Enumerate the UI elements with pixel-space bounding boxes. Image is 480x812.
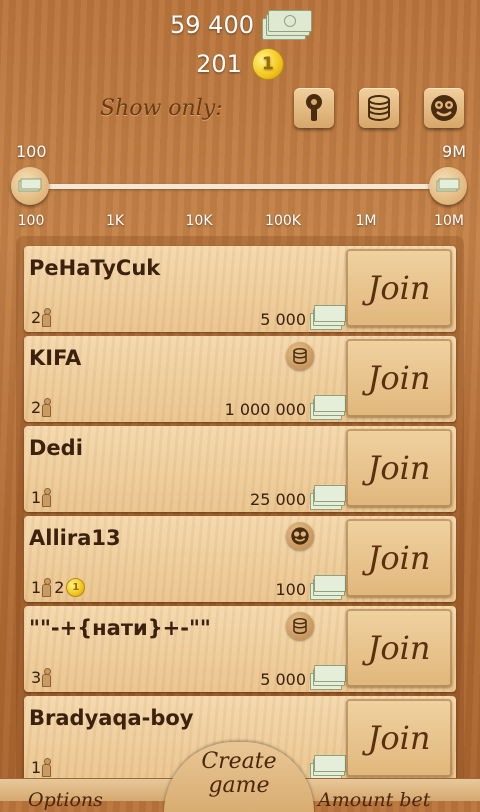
join-button[interactable]: Join [346,609,452,687]
banknotes-icon [436,178,460,192]
room-name: Dedi [29,436,83,460]
join-button[interactable]: Join [346,339,452,417]
slider-max-handle[interactable] [429,167,467,205]
filter-coins-button[interactable] [359,88,399,128]
pawn-icon [42,488,52,507]
create-game-label: game [208,773,270,798]
slider-tick: 1K [105,213,125,229]
coin-stack-icon [286,612,314,640]
player-count: 1 2 1 [31,578,86,597]
slider-tick: 10K [185,213,213,229]
slider-tick: 1M [355,213,377,229]
player-count: 1 [31,758,54,777]
money-balance: 59 400 [170,11,254,39]
bet-range-track[interactable] [30,184,450,189]
pawn-icon [42,398,52,417]
pawn-icon [42,578,52,597]
banknotes-icon [310,304,346,330]
room-name: ""-+{нати}+-"" [29,616,211,640]
money-balance-row: 59 400 [0,10,480,40]
keyhole-icon [306,94,322,121]
banknotes-icon [18,178,42,192]
filter-private-button[interactable] [294,88,334,128]
player-count: 3 [31,668,54,687]
show-only-label: Show only: [100,96,223,121]
room-list[interactable]: PeHaTyCuk 2 5 000 Join KIFA 2 1 000 000 … [16,236,464,800]
create-game-label: Create [201,749,277,774]
room-name: Bradyaqa-boy [29,706,194,730]
room-bet: 1 000 000 [224,400,306,419]
room-name: Allira13 [29,526,121,550]
pawn-icon [42,668,52,687]
room-bet: 25 000 [250,490,306,509]
coin-stack-icon [368,95,390,121]
join-button[interactable]: Join [346,519,452,597]
crazy-face-icon [431,95,457,121]
slider-tick: 100K [265,213,301,229]
room-bet: 100 [275,580,306,599]
banknotes-icon [261,10,312,40]
room-row[interactable]: KIFA 2 1 000 000 Join [24,336,456,422]
banknotes-icon [310,754,346,780]
room-bet: 5 000 [260,670,306,689]
coin-balance: 201 [196,50,242,78]
options-button[interactable]: Options [28,789,103,811]
join-button[interactable]: Join [346,699,452,777]
room-name: PeHaTyCuk [29,256,161,280]
join-button[interactable]: Join [346,249,452,327]
player-count: 1 [31,488,54,507]
player-count: 2 [31,398,54,417]
gold-coin-icon: 1 [251,48,284,80]
slider-max-value: 9M [442,142,466,161]
create-game-button[interactable]: Create game [164,742,314,812]
banknotes-icon [310,394,346,420]
gold-coin-icon: 1 [66,578,86,597]
player-count: 2 [31,308,54,327]
slider-tick: 10M [434,213,464,229]
banknotes-icon [310,484,346,510]
crazy-face-icon [286,522,314,550]
room-row[interactable]: PeHaTyCuk 2 5 000 Join [24,246,456,332]
pawn-icon [42,758,52,777]
coin-stack-icon [286,342,314,370]
amount-bet-button[interactable]: Amount bet [318,789,430,811]
room-row[interactable]: ""-+{нати}+-"" 3 5 000 Join [24,606,456,692]
room-row[interactable]: Allira13 1 2 1 100 Join [24,516,456,602]
coin-balance-row: 201 1 [0,48,480,80]
banknotes-icon [310,664,346,690]
room-row[interactable]: Dedi 1 25 000 Join [24,426,456,512]
room-bet: 5 000 [260,310,306,329]
pawn-icon [42,308,52,327]
filter-crazy-button[interactable] [424,88,464,128]
slider-min-value: 100 [16,142,47,161]
room-name: KIFA [29,346,82,370]
slider-tick: 100 [17,213,45,229]
banknotes-icon [310,574,346,600]
slider-min-handle[interactable] [11,167,49,205]
join-button[interactable]: Join [346,429,452,507]
